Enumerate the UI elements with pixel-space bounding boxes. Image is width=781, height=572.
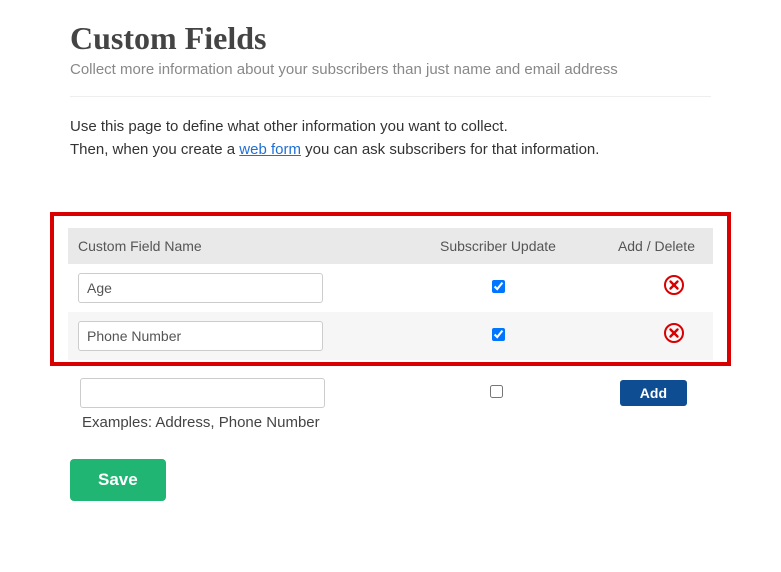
col-header-sub: Subscriber Update <box>413 228 583 264</box>
delete-x-icon <box>663 322 685 344</box>
delete-button[interactable] <box>663 322 685 344</box>
add-button[interactable]: Add <box>620 380 687 406</box>
field-name-input[interactable] <box>78 273 323 303</box>
new-field-name-input[interactable] <box>80 378 325 408</box>
table-row <box>68 264 713 312</box>
custom-fields-table: Custom Field Name Subscriber Update Add … <box>68 228 713 360</box>
page-subtitle: Collect more information about your subs… <box>70 61 711 78</box>
web-form-link[interactable]: web form <box>239 141 301 158</box>
page-title: Custom Fields <box>70 20 711 57</box>
intro-line2-pre: Then, when you create a <box>70 141 239 158</box>
delete-button[interactable] <box>663 274 685 296</box>
highlight-box: Custom Field Name Subscriber Update Add … <box>50 212 731 366</box>
subscriber-update-checkbox[interactable] <box>492 328 505 341</box>
intro-text: Use this page to define what other infor… <box>70 115 711 162</box>
delete-x-icon <box>663 274 685 296</box>
save-button[interactable]: Save <box>70 459 166 501</box>
intro-line1: Use this page to define what other infor… <box>70 118 508 135</box>
examples-text: Examples: Address, Phone Number <box>70 414 711 431</box>
field-name-input[interactable] <box>78 321 323 351</box>
col-header-act: Add / Delete <box>583 228 713 264</box>
new-subscriber-update-checkbox[interactable] <box>490 385 503 398</box>
divider <box>70 96 711 97</box>
col-header-name: Custom Field Name <box>68 228 413 264</box>
new-field-row: Add <box>70 366 711 412</box>
intro-line2-post: you can ask subscribers for that informa… <box>301 141 599 158</box>
table-row <box>68 312 713 360</box>
subscriber-update-checkbox[interactable] <box>492 280 505 293</box>
